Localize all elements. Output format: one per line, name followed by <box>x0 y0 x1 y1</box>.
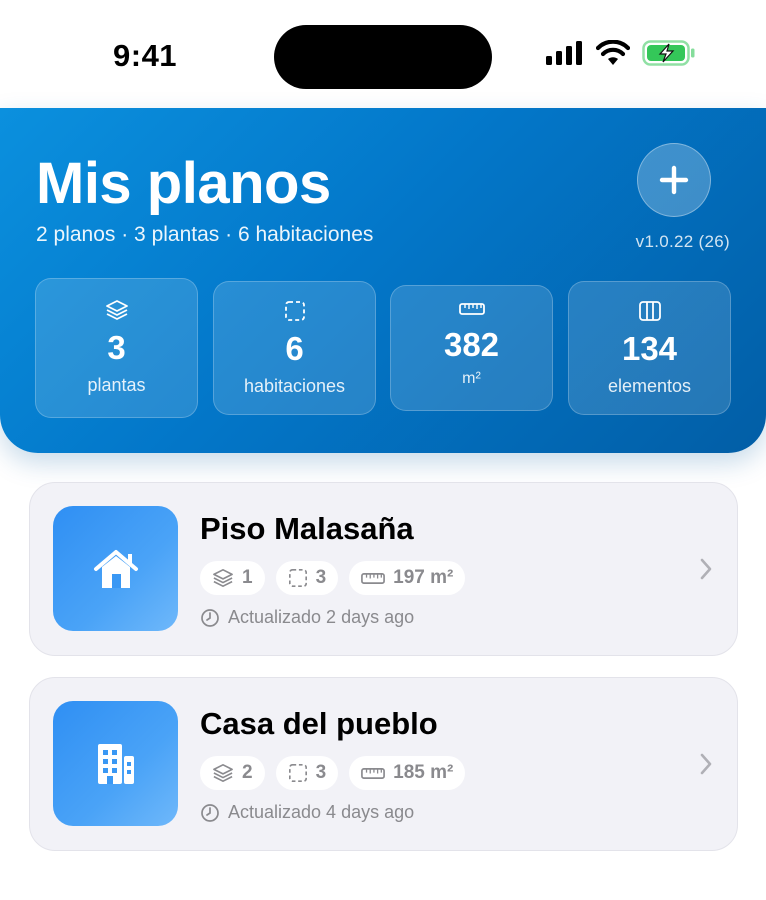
battery-charging-icon <box>642 40 695 66</box>
layers-icon <box>213 764 233 782</box>
stat-value: 3 <box>107 329 126 366</box>
ruler-icon <box>458 303 485 315</box>
area-value: 197 m² <box>393 567 454 588</box>
floors-chip: 1 <box>200 561 265 595</box>
stat-label: elementos <box>607 376 692 396</box>
status-time: 9:41 <box>113 38 178 73</box>
stat-card-plantas: 3 plantas <box>35 278 198 418</box>
area-chip: 197 m² <box>349 561 466 595</box>
clock-icon <box>201 803 219 822</box>
rooms-count: 3 <box>315 762 327 783</box>
house-icon <box>93 549 138 588</box>
updated-info: Actualizado 2 days ago <box>200 607 414 628</box>
updated-info: Actualizado 4 days ago <box>200 802 414 823</box>
room-outline-icon <box>288 569 307 587</box>
dynamic-island <box>274 25 492 89</box>
plus-icon <box>659 165 689 195</box>
plan-stats: 1 3 197 m² <box>200 561 466 595</box>
area-value: 185 m² <box>393 762 454 783</box>
layers-icon <box>213 569 233 587</box>
cellular-signal-icon <box>546 41 582 65</box>
plan-name: Casa del pueblo <box>200 706 438 741</box>
stat-value: 134 <box>621 330 678 367</box>
rooms-chip: 3 <box>275 756 339 790</box>
room-outline-icon <box>288 764 307 782</box>
layers-icon <box>105 300 128 320</box>
status-bar: 9:41 <box>0 0 766 108</box>
stat-card-area: 382 m² <box>390 285 553 411</box>
stat-value: 382 <box>443 326 500 363</box>
floors-count: 2 <box>242 762 253 783</box>
updated-text: Actualizado 4 days ago <box>228 802 415 822</box>
stat-card-habitaciones: 6 habitaciones <box>213 281 376 415</box>
stat-card-elementos: 134 elementos <box>568 281 731 415</box>
stat-label: habitaciones <box>243 376 346 396</box>
floors-chip: 2 <box>200 756 265 790</box>
chevron-right-icon <box>700 558 712 580</box>
plan-thumbnail <box>53 506 178 631</box>
columns-icon <box>638 301 661 321</box>
page-subtitle: 2 planos · 3 plantas · 6 habitaciones <box>36 223 374 246</box>
rooms-chip: 3 <box>275 561 339 595</box>
ruler-icon <box>361 572 386 584</box>
ruler-icon <box>361 767 386 779</box>
wifi-icon <box>596 40 630 65</box>
plan-card[interactable]: Casa del pueblo 2 3 185 m² Actualizado 4… <box>29 677 738 851</box>
stat-label: m² <box>462 370 481 387</box>
header-panel: Mis planos 2 planos · 3 plantas · 6 habi… <box>0 108 766 453</box>
version-label: v1.0.22 (26) <box>635 232 730 251</box>
building-icon <box>97 743 134 784</box>
page-title: Mis planos <box>36 151 331 216</box>
updated-text: Actualizado 2 days ago <box>228 607 415 627</box>
area-chip: 185 m² <box>349 756 466 790</box>
status-icons <box>546 40 696 66</box>
floors-count: 1 <box>242 567 253 588</box>
clock-icon <box>201 608 219 627</box>
plan-stats: 2 3 185 m² <box>200 756 466 790</box>
chevron-right-icon <box>700 753 712 775</box>
stat-value: 6 <box>285 330 304 367</box>
add-plan-button[interactable] <box>637 143 711 217</box>
room-outline-icon <box>284 301 305 321</box>
plan-card[interactable]: Piso Malasaña 1 3 197 m² Actualizado 2 d… <box>29 482 738 656</box>
stat-label: plantas <box>87 375 146 395</box>
plan-name: Piso Malasaña <box>200 511 414 546</box>
plan-thumbnail <box>53 701 178 826</box>
rooms-count: 3 <box>315 567 327 588</box>
